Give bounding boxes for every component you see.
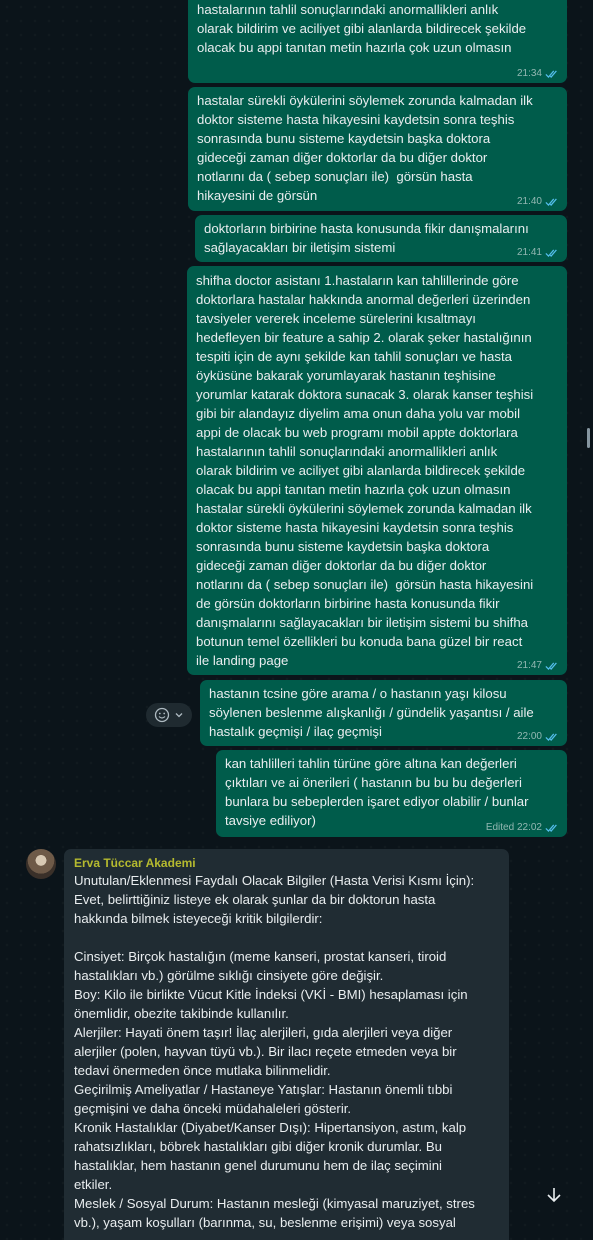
scrollbar-thumb[interactable]: [587, 428, 590, 448]
message-time: 21:40: [516, 196, 542, 207]
message-time: 21:41: [516, 247, 542, 258]
double-check-icon: [545, 733, 557, 741]
message-bubble[interactable]: hastanın tcsine göre arama / o hastanın …: [200, 680, 567, 746]
message-bubble[interactable]: shifha doctor asistanı 1.hastaların kan …: [187, 266, 567, 675]
message-text: hastalar sürekli öykülerini söylemek zor…: [197, 93, 533, 203]
message-text: kan tahlilleri tahlin türüne göre altına…: [225, 756, 529, 828]
double-check-icon: [545, 662, 557, 670]
message-time: 21:34: [516, 68, 542, 79]
double-check-icon: [545, 824, 557, 832]
message-text: shifha doctor asistanı 1.hastaların kan …: [196, 273, 534, 668]
message-time: Edited 22:02: [485, 822, 542, 833]
double-check-icon: [545, 249, 557, 257]
emoji-smile-icon: [154, 707, 170, 723]
double-check-icon: [545, 198, 557, 206]
arrow-down-icon: [547, 1188, 561, 1203]
incoming-message-bubble[interactable]: Erva Tüccar Akademi Unutulan/Eklenmesi F…: [64, 849, 509, 1240]
sender-avatar[interactable]: [26, 849, 56, 879]
message-text: Unutulan/Eklenmesi Faydalı Olacak Bilgil…: [74, 873, 475, 1230]
message-meta: Edited 22:02: [486, 822, 559, 833]
message-text: hastanın tcsine göre arama / o hastanın …: [209, 686, 534, 739]
message-meta: 21:34: [517, 68, 559, 79]
message-bubble[interactable]: hastalarının tahlil sonuçlarındaki anorm…: [188, 0, 567, 83]
message-time: 22:00: [516, 731, 542, 742]
message-meta: 21:41: [517, 247, 559, 258]
message-bubble[interactable]: hastalar sürekli öykülerini söylemek zor…: [188, 87, 567, 211]
chat-panel[interactable]: hastalarının tahlil sonuçlarındaki anorm…: [0, 0, 593, 1240]
react-button[interactable]: [146, 703, 192, 727]
message-bubble[interactable]: doktorların birbirine hasta konusunda fi…: [195, 215, 567, 262]
message-text: hastalarının tahlil sonuçlarındaki anorm…: [197, 2, 527, 55]
scroll-to-bottom-button[interactable]: [539, 1180, 569, 1210]
message-meta: 21:40: [517, 196, 559, 207]
message-meta: 22:00: [517, 731, 559, 742]
chevron-down-icon: [175, 713, 183, 718]
message-text: doktorların birbirine hasta konusunda fi…: [204, 221, 529, 255]
sender-name[interactable]: Erva Tüccar Akademi: [74, 855, 499, 871]
message-bubble[interactable]: kan tahlilleri tahlin türüne göre altına…: [216, 750, 567, 837]
message-time: 21:47: [516, 660, 542, 671]
double-check-icon: [545, 70, 557, 78]
message-meta: 21:47: [517, 660, 559, 671]
